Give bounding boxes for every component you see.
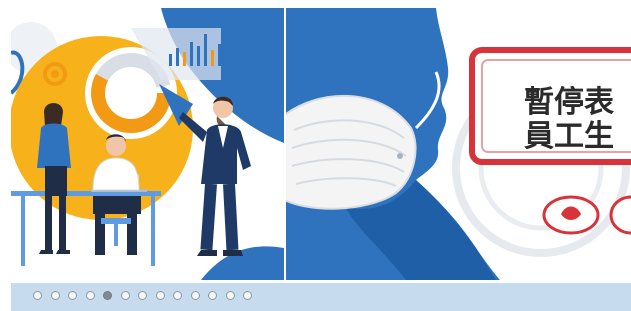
carousel-dot[interactable] xyxy=(50,291,60,300)
mask-notice-illustration: 暫停表 員工生 xyxy=(286,8,631,280)
business-illustration xyxy=(11,8,284,280)
carousel-dot[interactable] xyxy=(208,291,217,300)
carousel-dot[interactable] xyxy=(243,291,252,300)
slide-mask-notice[interactable]: 暫停表 員工生 xyxy=(286,8,631,280)
image-carousel[interactable]: 暫停表 員工生 xyxy=(0,0,631,311)
carousel-dot[interactable] xyxy=(225,291,235,300)
carousel-dot[interactable] xyxy=(190,291,200,300)
carousel-dot[interactable] xyxy=(103,291,112,300)
notice-line-2: 員工生 xyxy=(524,119,614,154)
carousel-pagination-bar xyxy=(11,283,631,311)
slide-business-illustration[interactable] xyxy=(11,8,284,280)
carousel-dot[interactable] xyxy=(68,291,77,300)
carousel-dot[interactable] xyxy=(120,291,130,300)
carousel-dots xyxy=(33,291,252,300)
carousel-dot[interactable] xyxy=(155,291,165,300)
notice-line-1: 暫停表 xyxy=(524,85,614,120)
carousel-dot[interactable] xyxy=(138,291,147,300)
carousel-dot[interactable] xyxy=(173,291,182,300)
carousel-dot[interactable] xyxy=(33,291,42,300)
carousel-dot[interactable] xyxy=(85,291,95,300)
